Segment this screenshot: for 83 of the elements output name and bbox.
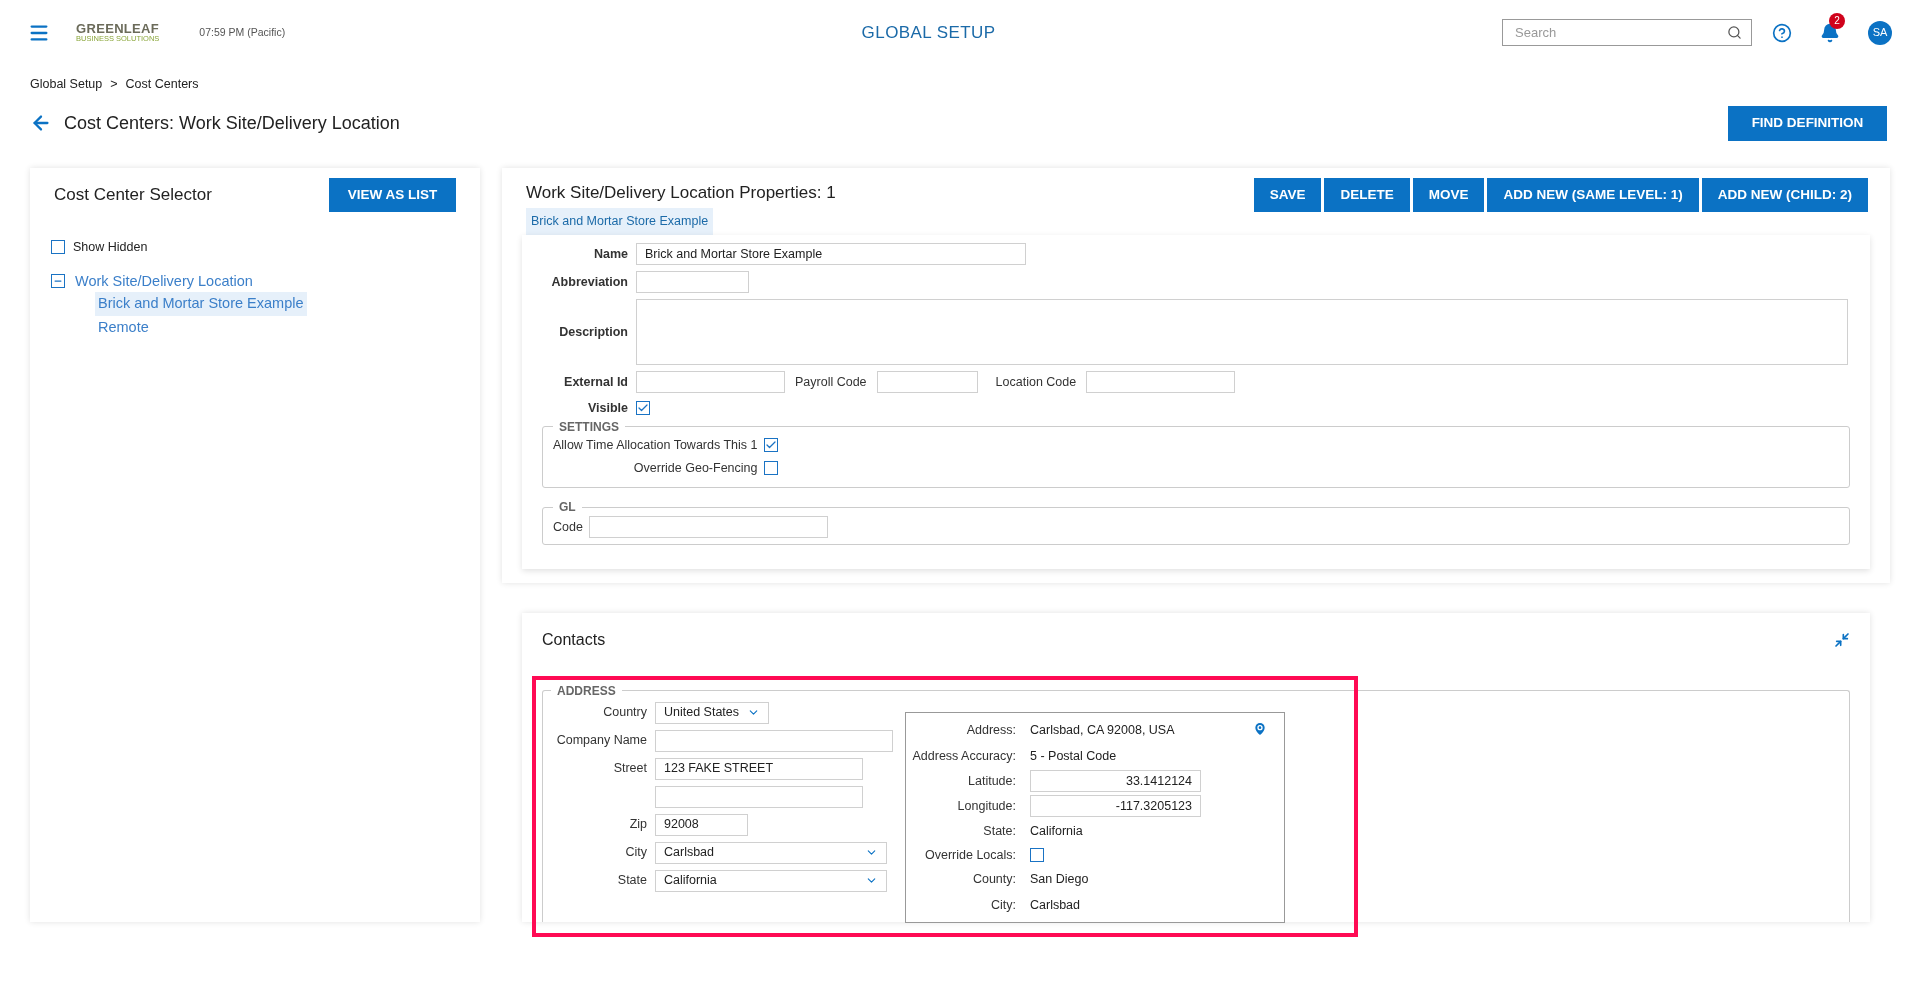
tree-item[interactable]: Remote xyxy=(95,316,152,340)
option-label: Override Geo-Fencing xyxy=(632,459,758,477)
text-field[interactable] xyxy=(636,271,749,293)
field-label: Longitude: xyxy=(956,797,1016,815)
breadcrumb-separator: > xyxy=(110,76,118,93)
field-label: Payroll Code xyxy=(795,373,867,391)
tree-item[interactable]: Brick and Mortar Store Example xyxy=(95,292,307,316)
text-field[interactable] xyxy=(636,371,785,393)
checkbox[interactable] xyxy=(636,401,650,416)
field-value: Carlsbad, CA 92008, USA xyxy=(1030,721,1175,739)
field-value: Carlsbad xyxy=(1030,896,1081,914)
text-field[interactable] xyxy=(1086,371,1236,393)
field-label: Address: xyxy=(965,721,1016,739)
field-label: State xyxy=(616,872,647,890)
field-label: Street xyxy=(612,760,647,778)
group-legend: SETTINGS xyxy=(553,417,625,436)
action-button[interactable]: ADD NEW (CHILD: 2) xyxy=(1701,177,1868,212)
text-field[interactable] xyxy=(876,371,978,393)
collapse-icon[interactable] xyxy=(51,274,65,289)
page-title: Cost Centers: Work Site/Delivery Location xyxy=(64,111,400,135)
record-tag: Brick and Mortar Store Example xyxy=(526,208,714,235)
field-value: San Diego xyxy=(1030,870,1089,888)
field-label: Name xyxy=(592,245,628,263)
group-legend: ADDRESS xyxy=(551,681,622,700)
action-button[interactable]: VIEW AS LIST xyxy=(329,177,456,212)
field-label: Location Code xyxy=(995,373,1077,391)
description-field[interactable] xyxy=(636,299,1848,365)
field-label: Address Accuracy: xyxy=(912,747,1016,765)
checkbox[interactable] xyxy=(763,438,778,453)
text-field[interactable] xyxy=(655,729,893,752)
action-button[interactable]: DELETE xyxy=(1324,177,1410,212)
user-avatar[interactable]: SA xyxy=(1868,20,1892,45)
text-field[interactable]: 33.1412124 xyxy=(1030,770,1201,793)
field-label: City xyxy=(624,844,647,862)
field-label: State: xyxy=(982,823,1016,841)
field-label: Visible xyxy=(586,400,628,417)
search-field[interactable]: Search xyxy=(1502,19,1752,46)
option-label: Allow Time Allocation Towards This 1 xyxy=(553,436,758,454)
field-label: City: xyxy=(990,896,1016,914)
dropdown[interactable]: California xyxy=(655,869,887,892)
field-label: Company Name xyxy=(555,732,647,750)
action-button[interactable]: SAVE xyxy=(1253,177,1322,212)
search-icon[interactable] xyxy=(1727,25,1742,40)
time-text: 07:59 PM (Pacific) xyxy=(199,24,286,40)
breadcrumb-link[interactable]: Cost Centers xyxy=(125,75,199,94)
field-label: Override Locals: xyxy=(924,847,1016,864)
action-button[interactable]: MOVE xyxy=(1412,177,1485,212)
text-field[interactable] xyxy=(655,785,863,808)
field-value: 5 - Postal Code xyxy=(1030,747,1117,765)
help-icon[interactable] xyxy=(1772,22,1792,43)
map-pin-icon[interactable] xyxy=(1252,720,1268,737)
dropdown[interactable]: Carlsbad xyxy=(655,841,887,864)
field-value: California xyxy=(1030,823,1083,841)
field-label: Zip xyxy=(628,816,647,834)
text-field[interactable]: -117.3205123 xyxy=(1030,795,1201,818)
checkbox-label: Show Hidden xyxy=(73,238,148,256)
page-header-title: GLOBAL SETUP xyxy=(861,21,996,44)
dropdown[interactable]: United States xyxy=(655,701,769,724)
panel-title: Contacts xyxy=(542,629,606,650)
text-field[interactable]: 123 FAKE STREET xyxy=(655,757,863,780)
field-label: County: xyxy=(971,870,1016,888)
bell-icon[interactable] xyxy=(1820,22,1840,43)
notification-badge: 2 xyxy=(1829,12,1845,29)
checkbox[interactable] xyxy=(51,240,65,255)
text-field[interactable]: Brick and Mortar Store Example xyxy=(636,243,1026,265)
field-label: Country xyxy=(602,704,647,722)
tree-item[interactable]: Work Site/Delivery Location xyxy=(73,270,255,293)
field-label: Code xyxy=(553,518,583,536)
text-field[interactable] xyxy=(588,516,828,539)
field-label: External Id xyxy=(563,373,628,391)
checkbox[interactable] xyxy=(763,460,778,475)
action-button[interactable]: FIND DEFINITION xyxy=(1728,105,1887,141)
field-label: Description xyxy=(558,323,628,341)
action-button[interactable]: ADD NEW (SAME LEVEL: 1) xyxy=(1487,177,1699,212)
panel-title: Work Site/Delivery Location Properties: 1 xyxy=(526,181,836,204)
text-field[interactable]: 92008 xyxy=(655,813,748,836)
group-legend: GL xyxy=(553,498,582,517)
field-label: Abbreviation xyxy=(550,273,628,291)
checkbox[interactable] xyxy=(1030,848,1044,863)
field-label: Latitude: xyxy=(967,772,1016,790)
panel-title: Cost Center Selector xyxy=(54,184,212,206)
breadcrumb-link[interactable]: Global Setup xyxy=(30,75,103,94)
collapse-arrows-icon[interactable] xyxy=(1834,631,1850,648)
